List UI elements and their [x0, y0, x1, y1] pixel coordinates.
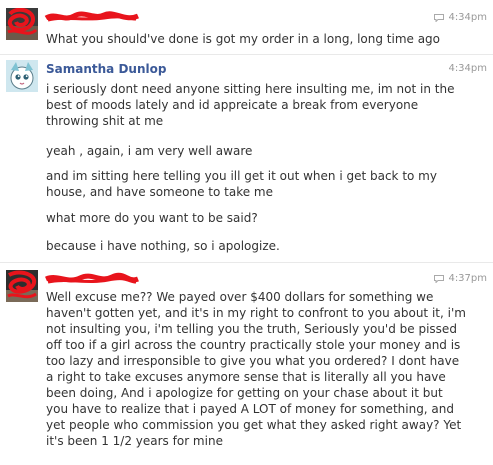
redacted-avatar[interactable] [6, 8, 38, 40]
message-line: What you should've done is got my order … [46, 32, 441, 46]
chat-bubble-icon [434, 13, 445, 23]
message-group-3: 4:37pm Well excuse me?? We payed over $4… [0, 263, 493, 465]
timestamp: 4:37pm [434, 273, 487, 284]
message-line: you have to realize that i payed A LOT o… [46, 402, 455, 416]
message-line: house, and have someone to take me [46, 185, 273, 199]
message-line: best of moods lately and id appreicate a… [46, 98, 419, 112]
message-line: because i have nothing, so i apologize. [46, 239, 280, 253]
timestamp: 4:34pm [448, 63, 487, 74]
timestamp-text: 4:37pm [448, 273, 487, 284]
message-line: haven't gotten yet, and it's in my right… [46, 306, 466, 320]
message-line: what more do you want to be said? [46, 211, 258, 225]
message-line: i seriously dont need anyone sitting her… [46, 82, 455, 96]
timestamp: 4:34pm [434, 12, 487, 23]
timestamp-text: 4:34pm [448, 12, 487, 23]
message-line: throwing shit at me [46, 114, 164, 128]
message-line: been doing, And i apologize for getting … [46, 386, 443, 400]
message-group-2: Samantha Dunlop 4:34pm i seriously dont … [0, 55, 493, 260]
message-line: too lazy and irresponsible to give you w… [46, 354, 460, 368]
message-line: yeah , again, i am very well aware [46, 144, 253, 158]
message-line: yet people who commission you get what t… [46, 418, 462, 432]
redacted-sender-name [44, 272, 140, 286]
sender-name[interactable]: Samantha Dunlop [46, 62, 166, 76]
message-line: it's been 1 1/2 years for mine [46, 434, 223, 448]
message-line: not insulting you, i'm telling you the t… [46, 322, 457, 336]
message-group-1: 4:34pm What you should've done is got my… [0, 0, 493, 52]
message-line: off too if a girl across the country pra… [46, 338, 461, 352]
chat-bubble-icon [434, 274, 445, 284]
message-line: Well excuse me?? We payed over $400 doll… [46, 290, 434, 304]
message-line: and im sitting here telling you ill get … [46, 169, 437, 183]
redacted-avatar[interactable] [6, 270, 38, 302]
samantha-avatar[interactable] [6, 60, 38, 92]
message-line: a right to take excuses anymore sense th… [46, 370, 446, 384]
redacted-sender-name [44, 10, 140, 24]
timestamp-text: 4:34pm [448, 63, 487, 74]
